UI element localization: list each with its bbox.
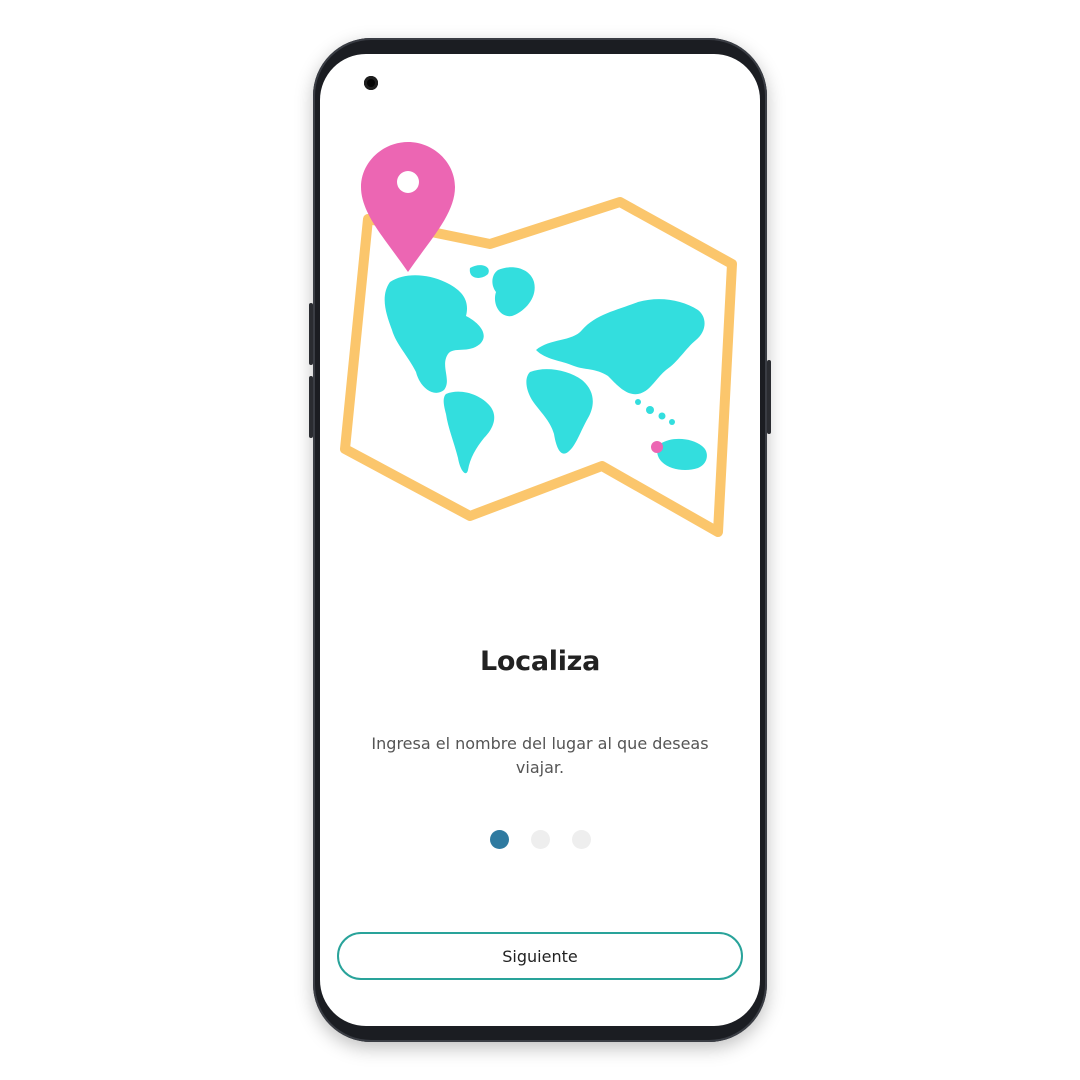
continent-greenland [492,267,535,317]
continent-north-america [384,275,484,393]
continent-arctic-islands [469,265,489,278]
app-screen: Localiza Ingresa el nombre del lugar al … [320,54,760,1026]
power-button [767,360,771,434]
onboarding-description: Ingresa el nombre del lugar al que desea… [371,734,709,777]
location-pin-icon [361,142,455,272]
next-button-label: Siguiente [502,946,578,966]
next-button[interactable]: Siguiente [337,932,743,980]
page-dot-2[interactable] [530,830,550,849]
page-dot-1[interactable] [489,830,509,849]
page-indicator [320,830,760,849]
volume-up-button [309,303,313,365]
onboarding-title: Localiza [479,646,601,677]
island [658,412,666,420]
island [646,406,654,414]
continent-australia [657,438,707,470]
small-pin-marker [651,441,663,453]
page-dot-3[interactable] [571,830,591,849]
island [669,419,675,425]
continent-africa [526,369,593,454]
continent-south-america [443,391,495,474]
volume-down-button [309,376,313,438]
island [635,399,641,405]
world-map-icon [340,142,737,537]
